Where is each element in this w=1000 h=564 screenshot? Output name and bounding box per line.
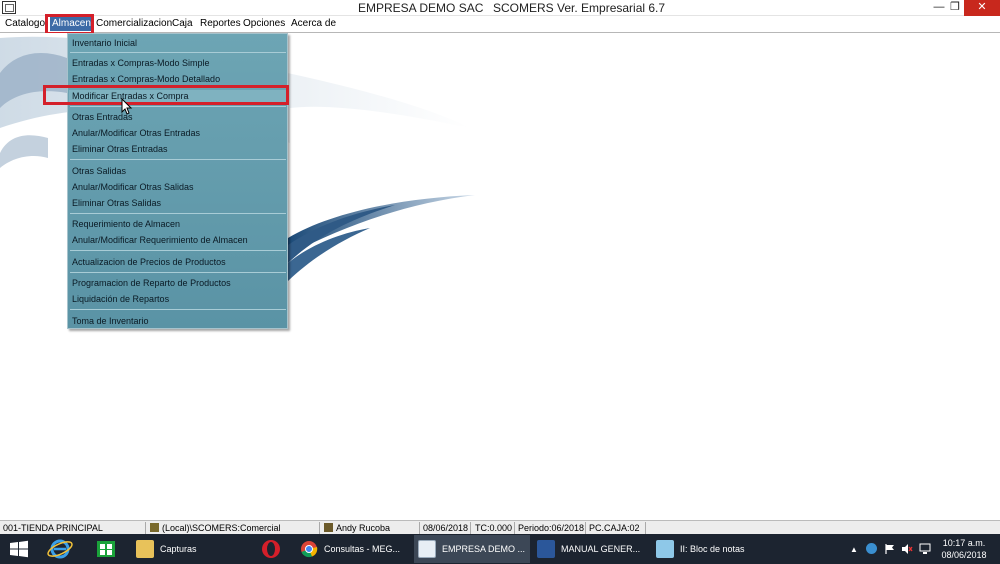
chevron-up-icon: ▲: [850, 545, 858, 554]
flag-icon[interactable]: [884, 543, 896, 555]
status-period: Periodo:06/2018: [515, 522, 586, 534]
menu-separator: [70, 272, 286, 273]
task-label: Consultas - MEG...: [324, 544, 401, 554]
menu-almacen[interactable]: Almacen: [50, 17, 93, 31]
menu-acerca-de[interactable]: Acerca de: [291, 18, 336, 29]
menu-item-toma-inventario[interactable]: Toma de Inventario: [72, 315, 149, 327]
windows-logo-icon: [10, 540, 28, 558]
task-label: EMPRESA DEMO ...: [442, 544, 526, 554]
scomers-icon: [418, 540, 436, 558]
task-capturas[interactable]: Capturas: [132, 535, 250, 563]
task-label: II: Bloc de notas: [680, 544, 745, 554]
menu-separator: [70, 52, 286, 53]
network-icon[interactable]: [918, 543, 932, 555]
tray-app-icon[interactable]: [866, 543, 878, 555]
app-version: SCOMERS Ver. Empresarial 6.7: [493, 1, 666, 15]
menu-item-anular-otras-entradas[interactable]: Anular/Modificar Otras Entradas: [72, 127, 200, 139]
status-store: 001-TIENDA PRINCIPAL: [0, 522, 146, 534]
notepad-icon: [656, 540, 674, 558]
title-bar: EMPRESA DEMO SAC SCOMERS Ver. Empresaria…: [0, 0, 1000, 16]
task-opera[interactable]: [252, 535, 292, 563]
internet-explorer-icon: [47, 539, 73, 559]
menu-item-eliminar-otras-salidas[interactable]: Eliminar Otras Salidas: [72, 197, 161, 209]
opera-icon: [262, 540, 280, 558]
database-icon: [150, 523, 159, 532]
menu-item-actualizacion-precios[interactable]: Actualizacion de Precios de Productos: [72, 256, 226, 268]
task-word[interactable]: MANUAL GENER...: [533, 535, 649, 563]
clock-time: 10:17 a.m.: [942, 538, 986, 548]
system-clock[interactable]: 10:17 a.m. 08/06/2018: [938, 537, 990, 564]
task-notepad[interactable]: II: Bloc de notas: [652, 535, 768, 563]
almacen-dropdown-menu: Inventario Inicial Entradas x Compras-Mo…: [67, 33, 288, 329]
start-button[interactable]: [0, 534, 38, 564]
menu-separator: [70, 309, 286, 310]
close-button[interactable]: ✕: [964, 0, 1000, 16]
menu-comercializacion[interactable]: Comercializacion: [96, 18, 172, 29]
status-date: 08/06/2018: [420, 522, 471, 534]
menu-item-anular-requerimiento[interactable]: Anular/Modificar Requerimiento de Almace…: [72, 234, 248, 246]
menu-item-programacion-reparto[interactable]: Programacion de Reparto de Productos: [72, 277, 231, 289]
menu-caja[interactable]: Caja: [172, 18, 193, 29]
menu-item-requerimiento-almacen[interactable]: Requerimiento de Almacen: [72, 218, 180, 230]
task-label: MANUAL GENER...: [561, 544, 641, 554]
menu-item-inventario-inicial[interactable]: Inventario Inicial: [72, 37, 137, 49]
folder-icon: [136, 540, 154, 558]
chrome-icon: [301, 541, 318, 558]
menu-item-liquidacion-repartos[interactable]: Liquidación de Repartos: [72, 293, 169, 305]
window-title: EMPRESA DEMO SAC: [358, 1, 484, 15]
menu-item-modificar-entradas[interactable]: Modificar Entradas x Compra: [69, 90, 287, 102]
app-icon[interactable]: [2, 1, 16, 14]
menu-item-anular-otras-salidas[interactable]: Anular/Modificar Otras Salidas: [72, 181, 194, 193]
menu-opciones[interactable]: Opciones: [243, 18, 285, 29]
task-scomers[interactable]: EMPRESA DEMO ...: [414, 535, 530, 563]
word-icon: [537, 540, 555, 558]
status-terminal: PC.CAJA:02: [586, 522, 646, 534]
status-bar: 001-TIENDA PRINCIPAL (Local)\SCOMERS:Com…: [0, 520, 1000, 534]
status-database-label: (Local)\SCOMERS:Comercial: [162, 523, 281, 533]
menu-catalogo[interactable]: Catalogo: [5, 18, 45, 29]
menu-separator: [70, 250, 286, 251]
menu-separator: [70, 213, 286, 214]
store-icon: [97, 541, 115, 557]
store-button[interactable]: [86, 534, 126, 564]
mouse-cursor-icon: [121, 98, 133, 115]
show-hidden-icons-button[interactable]: ▲: [850, 544, 860, 554]
volume-muted-icon[interactable]: [901, 543, 913, 555]
clock-date: 08/06/2018: [941, 550, 987, 560]
menu-reportes[interactable]: Reportes: [200, 18, 241, 29]
taskbar: Capturas Consultas - MEG... EMPRESA DEMO…: [0, 534, 1000, 564]
status-user: Andy Rucoba: [321, 522, 420, 534]
menu-item-entradas-modo-detallado[interactable]: Entradas x Compras-Modo Detallado: [72, 73, 220, 85]
task-chrome[interactable]: Consultas - MEG...: [296, 535, 412, 563]
menu-item-otras-salidas[interactable]: Otras Salidas: [72, 165, 126, 177]
menu-item-eliminar-otras-entradas[interactable]: Eliminar Otras Entradas: [72, 143, 168, 155]
menu-item-entradas-modo-simple[interactable]: Entradas x Compras-Modo Simple: [72, 57, 210, 69]
user-icon: [324, 523, 333, 532]
internet-explorer-button[interactable]: [40, 534, 80, 564]
status-user-label: Andy Rucoba: [336, 523, 391, 533]
menu-bar: Catalogo Almacen Comercializacion Caja R…: [0, 16, 1000, 33]
menu-separator: [70, 159, 286, 160]
status-exchange-rate: TC:0.000: [472, 522, 515, 534]
task-label: Capturas: [160, 544, 197, 554]
menu-separator: [70, 106, 286, 107]
status-database: (Local)\SCOMERS:Comercial: [147, 522, 320, 534]
